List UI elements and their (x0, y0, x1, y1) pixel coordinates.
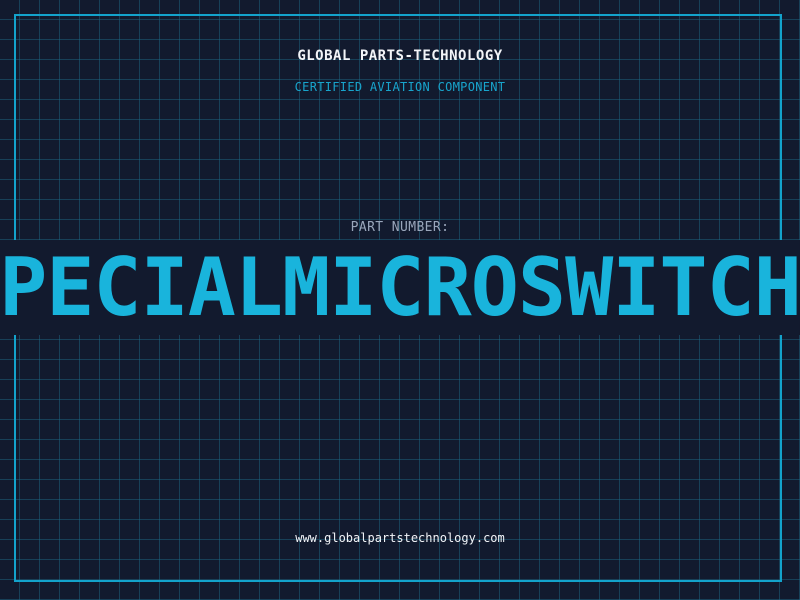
part-number-label: PART NUMBER: (350, 220, 450, 235)
label-card: GLOBAL PARTS-TECHNOLOGY CERTIFIED AVIATI… (0, 0, 800, 600)
brand-title: GLOBAL PARTS-TECHNOLOGY (297, 48, 503, 64)
website-url: www.globalpartstechnology.com (295, 531, 505, 545)
brand-subtitle: CERTIFIED AVIATION COMPONENT (294, 80, 506, 94)
part-number-value: SPECIALMICROSWITCHV (0, 241, 800, 334)
part-number-band: SPECIALMICROSWITCHV (0, 240, 800, 335)
